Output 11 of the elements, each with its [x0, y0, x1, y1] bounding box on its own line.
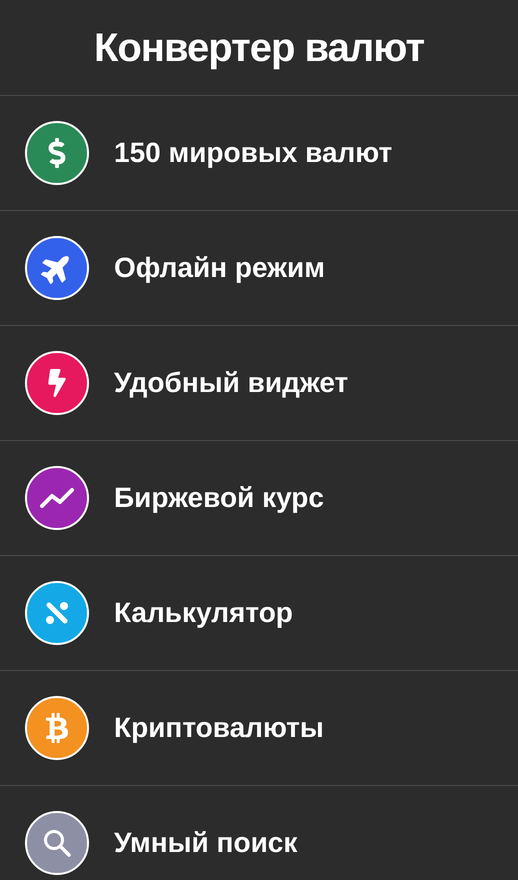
feature-label: Умный поиск — [114, 826, 298, 860]
feature-label: Калькулятор — [114, 596, 293, 630]
page-title: Конвертер валют — [94, 24, 424, 72]
calculator-icon — [44, 600, 70, 626]
feature-label: Удобный виджет — [114, 366, 348, 400]
search-icon — [42, 828, 72, 858]
feature-label: Биржевой курс — [114, 481, 324, 515]
line-chart-icon — [39, 487, 75, 509]
feature-label: Криптовалюты — [114, 711, 324, 745]
feature-label: 150 мировых валют — [114, 136, 392, 170]
feature-label: Офлайн режим — [114, 251, 325, 285]
